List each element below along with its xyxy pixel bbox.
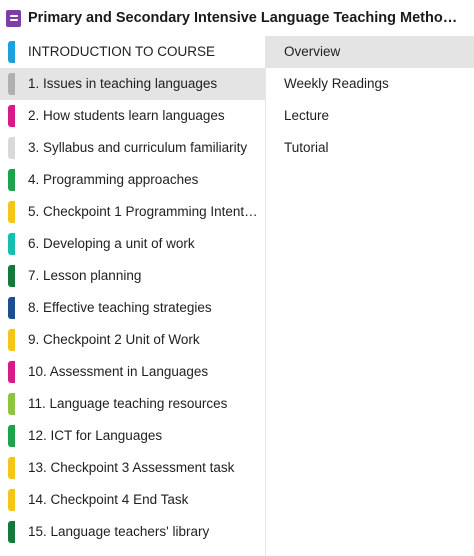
section-color-tab-icon bbox=[8, 169, 15, 191]
section-label: 3. Syllabus and curriculum familiarity bbox=[28, 140, 248, 155]
page-label: Overview bbox=[284, 44, 341, 59]
section-item[interactable]: 4. Programming approaches bbox=[0, 164, 265, 196]
page-label: Tutorial bbox=[284, 140, 329, 155]
section-label: 2. How students learn languages bbox=[28, 108, 225, 123]
section-label: 10. Assessment in Languages bbox=[28, 364, 209, 379]
section-color-tab-icon bbox=[8, 265, 15, 287]
section-item[interactable]: 13. Checkpoint 3 Assessment task bbox=[0, 452, 265, 484]
section-color-tab-icon bbox=[8, 137, 15, 159]
page-label: Weekly Readings bbox=[284, 76, 389, 91]
section-label: 12. ICT for Languages bbox=[28, 428, 163, 443]
page-list: Overview Weekly Readings Lecture Tutorial bbox=[266, 36, 474, 556]
section-color-tab-icon bbox=[8, 297, 15, 319]
section-color-tab-icon bbox=[8, 233, 15, 255]
page-item[interactable]: Overview bbox=[266, 36, 474, 68]
section-label: 4. Programming approaches bbox=[28, 172, 199, 187]
section-color-tab-icon bbox=[8, 73, 15, 95]
section-label: 15. Language teachers' library bbox=[28, 524, 210, 539]
section-item[interactable]: 10. Assessment in Languages bbox=[0, 356, 265, 388]
section-item[interactable]: 9. Checkpoint 2 Unit of Work bbox=[0, 324, 265, 356]
page-item[interactable]: Weekly Readings bbox=[266, 68, 474, 100]
section-label: 13. Checkpoint 3 Assessment task bbox=[28, 460, 235, 475]
page-item[interactable]: Lecture bbox=[266, 100, 474, 132]
section-color-tab-icon bbox=[8, 489, 15, 511]
section-list: INTRODUCTION TO COURSE 1. Issues in teach… bbox=[0, 36, 265, 556]
section-item[interactable]: INTRODUCTION TO COURSE bbox=[0, 36, 265, 68]
section-item[interactable]: 7. Lesson planning bbox=[0, 260, 265, 292]
section-item[interactable]: 15. Language teachers' library bbox=[0, 516, 265, 548]
section-color-tab-icon bbox=[8, 521, 15, 543]
section-item[interactable]: 8. Effective teaching strategies bbox=[0, 292, 265, 324]
section-label: 11. Language teaching resources bbox=[28, 396, 228, 411]
section-item[interactable]: 12. ICT for Languages bbox=[0, 420, 265, 452]
section-label: 5. Checkpoint 1 Programming Intentio... bbox=[28, 204, 258, 219]
section-color-tab-icon bbox=[8, 393, 15, 415]
section-label: 9. Checkpoint 2 Unit of Work bbox=[28, 332, 200, 347]
notebook-title[interactable]: Primary and Secondary Intensive Language… bbox=[28, 10, 466, 26]
section-item[interactable]: 3. Syllabus and curriculum familiarity bbox=[0, 132, 265, 164]
section-label: 14. Checkpoint 4 End Task bbox=[28, 492, 189, 507]
section-item[interactable]: 2. How students learn languages bbox=[0, 100, 265, 132]
page-item[interactable]: Tutorial bbox=[266, 132, 474, 164]
section-label: 8. Effective teaching strategies bbox=[28, 300, 212, 315]
section-item[interactable]: 1. Issues in teaching languages bbox=[0, 68, 265, 100]
section-label: INTRODUCTION TO COURSE bbox=[28, 44, 216, 59]
section-color-tab-icon bbox=[8, 457, 15, 479]
section-label: 7. Lesson planning bbox=[28, 268, 142, 283]
title-bar: Primary and Secondary Intensive Language… bbox=[0, 0, 474, 36]
section-color-tab-icon bbox=[8, 361, 15, 383]
section-color-tab-icon bbox=[8, 41, 15, 63]
section-label: 6. Developing a unit of work bbox=[28, 236, 195, 251]
section-color-tab-icon bbox=[8, 329, 15, 351]
notebook-icon[interactable] bbox=[6, 9, 21, 27]
section-item[interactable]: 14. Checkpoint 4 End Task bbox=[0, 484, 265, 516]
section-label: 1. Issues in teaching languages bbox=[28, 76, 218, 91]
section-color-tab-icon bbox=[8, 105, 15, 127]
section-item[interactable]: 11. Language teaching resources bbox=[0, 388, 265, 420]
section-item[interactable]: 5. Checkpoint 1 Programming Intentio... bbox=[0, 196, 265, 228]
section-color-tab-icon bbox=[8, 425, 15, 447]
page-label: Lecture bbox=[284, 108, 330, 123]
section-item[interactable]: 6. Developing a unit of work bbox=[0, 228, 265, 260]
section-color-tab-icon bbox=[8, 201, 15, 223]
